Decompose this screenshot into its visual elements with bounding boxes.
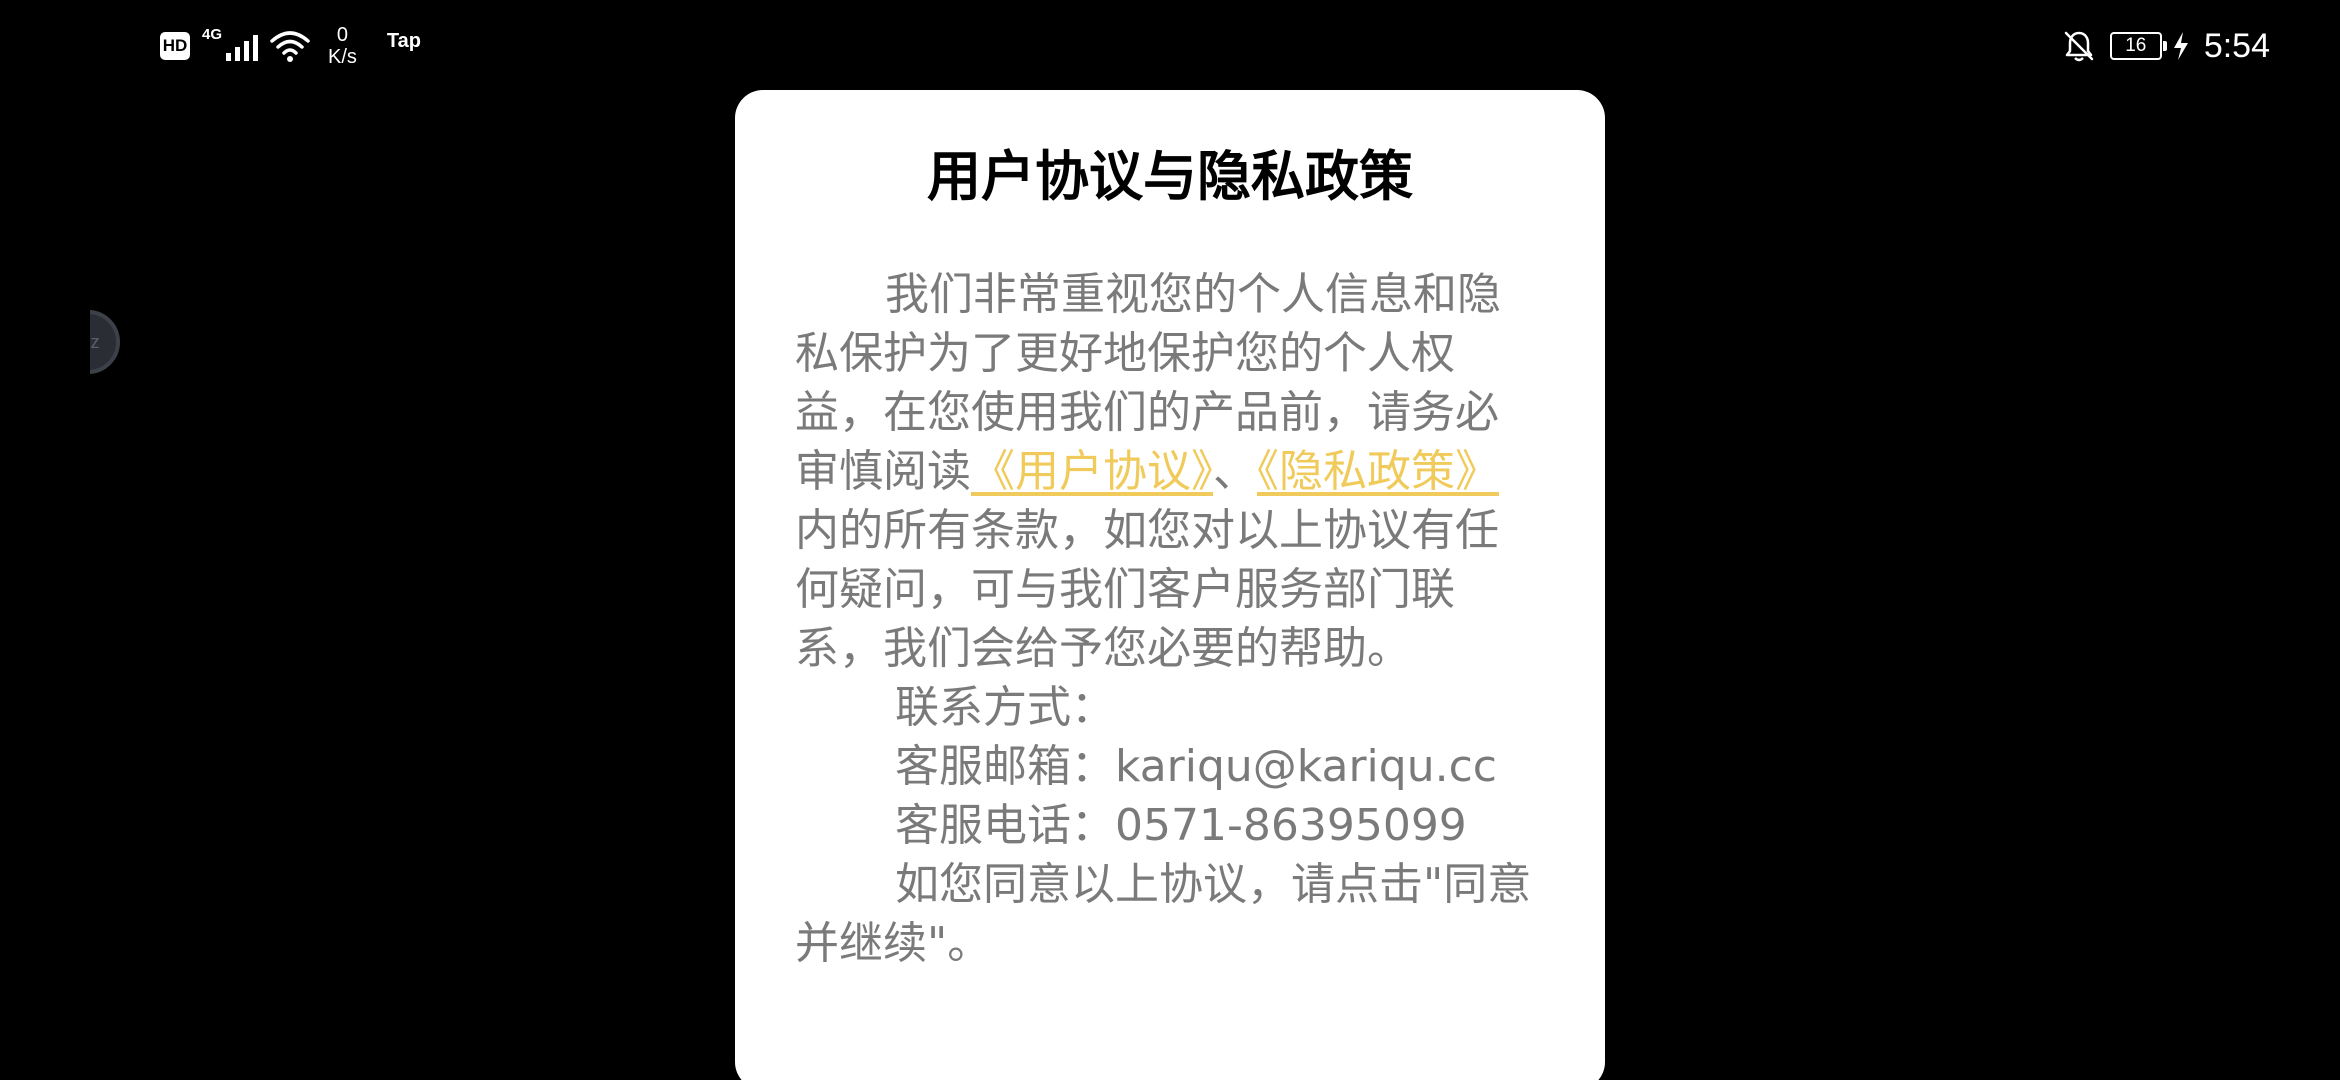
dialog-title: 用户协议与隐私政策 [927,145,1413,208]
network-speed: 0 K/s [328,24,357,68]
service-phone: 客服电话：0571-86395099 [895,800,1467,851]
agreement-paragraph: 我们非常重视您的个人信息和隐私保护为了更好地保护您的个人权益，在您使用我们的产品… [795,265,1535,678]
dialog-body: 我们非常重视您的个人信息和隐私保护为了更好地保护您的个人权益，在您使用我们的产品… [795,265,1535,973]
floating-ball-button[interactable]: fcz [76,310,120,374]
battery-icon: 16 [2109,32,2167,60]
user-agreement-link[interactable]: 《用户协议》 [971,446,1213,497]
service-email: 客服邮箱：kariqu@kariqu.cc [895,741,1497,792]
contact-heading: 联系方式： [895,682,1115,733]
status-bar: HD 4G 0 K/s Tap 16 5:54 [0,0,2340,90]
status-bar-left: HD 4G 0 K/s Tap [160,22,421,70]
bell-off-icon [2064,31,2094,62]
charging-icon [2173,32,2188,60]
tap-app-label: Tap [386,29,421,52]
screen: HD 4G 0 K/s Tap 16 5:54 fcz 用户协议与隐私政策 我们… [0,0,2340,1080]
after-links-text: 内的所有条款，如您对以上协议有任何疑问，可与我们客户服务部门联系，我们会给予您必… [795,505,1499,674]
agreement-dialog: 用户协议与隐私政策 我们非常重视您的个人信息和隐私保护为了更好地保护您的个人权益… [735,90,1605,1080]
privacy-policy-link[interactable]: 《隐私政策》 [1257,446,1499,497]
signal-icon [226,31,259,61]
speed-value: 0 [336,24,349,46]
hd-badge: HD [160,32,190,60]
speed-unit: K/s [328,46,357,68]
status-clock: 5:54 [2203,26,2270,65]
wifi-icon [270,31,310,62]
link-separator: 、 [1213,446,1257,497]
status-bar-right: 16 5:54 [2062,22,2270,70]
consent-text: 如您同意以上协议，请点击"同意并继续"。 [795,859,1532,969]
floating-ball-label: fcz [76,331,100,352]
network-type: 4G [202,26,223,43]
